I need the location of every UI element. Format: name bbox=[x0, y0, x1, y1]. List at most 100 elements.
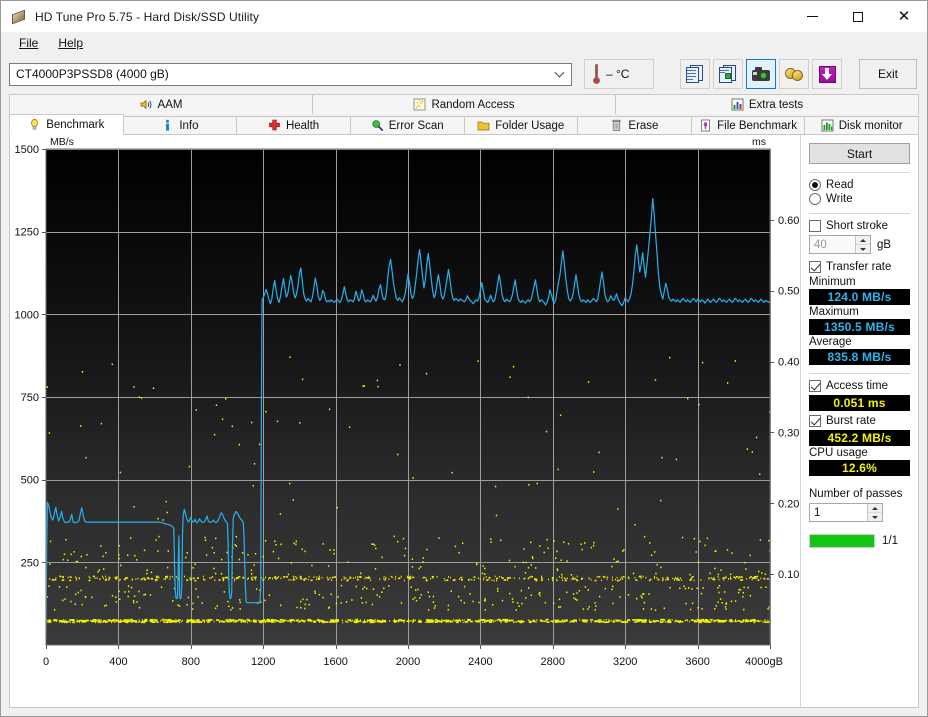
access-time-point bbox=[90, 619, 92, 622]
x-axis-tick: 1600 bbox=[323, 656, 347, 668]
close-button[interactable]: ✕ bbox=[881, 1, 927, 32]
minimize-button[interactable] bbox=[789, 1, 835, 32]
access-time-point bbox=[548, 578, 549, 581]
transfer-rate-checkbox[interactable]: Transfer rate bbox=[809, 261, 910, 273]
access-time-point bbox=[105, 575, 106, 578]
access-time-point bbox=[125, 577, 126, 579]
copy-text-button[interactable] bbox=[680, 59, 710, 89]
access-time-point bbox=[742, 595, 744, 598]
average-value-box: 835.8 MB/s bbox=[809, 349, 910, 365]
tab-folder-usage[interactable]: Folder Usage bbox=[464, 116, 579, 135]
access-time-point bbox=[118, 590, 120, 593]
access-time-point bbox=[634, 577, 636, 579]
tab-error-scan[interactable]: Error Scan bbox=[350, 116, 465, 135]
access-time-point bbox=[471, 579, 473, 581]
tab-disk-monitor[interactable]: Disk monitor bbox=[805, 116, 919, 135]
write-radio[interactable]: Write bbox=[809, 193, 910, 205]
screenshot-button[interactable] bbox=[746, 59, 776, 89]
copy-image-button[interactable] bbox=[713, 59, 743, 89]
access-time-point bbox=[193, 621, 197, 623]
benchmark-coins-button[interactable] bbox=[779, 59, 809, 89]
access-time-point bbox=[747, 586, 749, 589]
access-time-point bbox=[529, 620, 531, 622]
access-time-point bbox=[558, 606, 560, 608]
tab-random-access[interactable]: Random Access bbox=[313, 95, 616, 114]
access-time-point bbox=[696, 587, 698, 590]
short-stroke-input[interactable]: 40 bbox=[809, 235, 871, 254]
access-time-point bbox=[234, 619, 236, 622]
short-stroke-stepper[interactable] bbox=[855, 236, 870, 253]
tab-erase[interactable]: Erase bbox=[578, 116, 692, 135]
access-time-point bbox=[51, 579, 53, 581]
stepper-down-icon[interactable] bbox=[856, 245, 870, 253]
access-time-point bbox=[345, 577, 347, 579]
access-time-point bbox=[210, 576, 212, 579]
access-time-point bbox=[170, 619, 172, 621]
passes-input[interactable]: 1 bbox=[809, 503, 883, 522]
access-time-point bbox=[665, 579, 667, 581]
menu-file[interactable]: File bbox=[9, 34, 48, 52]
access-time-point bbox=[555, 557, 557, 559]
access-time-point bbox=[484, 618, 486, 621]
access-time-point bbox=[133, 601, 135, 604]
access-time-point bbox=[559, 606, 562, 608]
access-time-checkbox[interactable]: Access time bbox=[809, 380, 910, 392]
access-time-point bbox=[262, 619, 264, 621]
access-time-point bbox=[564, 577, 566, 579]
access-time-point bbox=[142, 621, 146, 624]
stepper-up-icon[interactable] bbox=[856, 236, 870, 245]
access-time-point bbox=[720, 569, 722, 571]
access-time-point bbox=[132, 600, 135, 602]
access-time-point bbox=[253, 463, 256, 465]
drive-select[interactable]: CT4000P3PSSD8 (4000 gB) bbox=[9, 62, 572, 86]
access-time-point bbox=[593, 541, 595, 544]
stepper-up-icon[interactable] bbox=[868, 504, 882, 513]
access-time-point bbox=[272, 577, 273, 580]
access-time-point bbox=[397, 540, 399, 543]
read-radio-label: Read bbox=[826, 179, 854, 191]
short-stroke-checkbox[interactable]: Short stroke bbox=[809, 220, 910, 232]
tab-info[interactable]: Info bbox=[123, 116, 238, 135]
access-time-point bbox=[120, 564, 122, 567]
access-time-point bbox=[169, 578, 171, 580]
access-time-point bbox=[336, 506, 338, 509]
access-time-point bbox=[587, 589, 589, 591]
access-time-point bbox=[177, 620, 179, 623]
access-time-point bbox=[327, 607, 330, 609]
access-time-point bbox=[306, 598, 308, 601]
access-time-point bbox=[233, 620, 235, 623]
access-time-point bbox=[275, 544, 277, 546]
stepper-down-icon[interactable] bbox=[868, 513, 882, 521]
access-time-point bbox=[462, 621, 464, 624]
access-time-point bbox=[99, 578, 101, 580]
access-time-point bbox=[604, 621, 608, 624]
access-time-point bbox=[311, 619, 313, 622]
tab-aam[interactable]: AAM bbox=[10, 95, 313, 114]
access-time-point bbox=[94, 577, 96, 579]
access-time-point bbox=[192, 577, 195, 580]
burst-rate-checkbox[interactable]: Burst rate bbox=[809, 415, 910, 427]
menu-help[interactable]: Help bbox=[48, 34, 93, 52]
read-radio[interactable]: Read bbox=[809, 179, 910, 191]
access-time-point bbox=[292, 499, 294, 501]
access-time-point bbox=[576, 592, 578, 594]
passes-stepper[interactable] bbox=[867, 504, 882, 521]
folder-icon bbox=[477, 119, 490, 132]
access-time-point bbox=[566, 560, 568, 562]
access-time-point bbox=[289, 482, 291, 485]
tab-file-benchmark[interactable]: File Benchmark bbox=[691, 116, 806, 135]
start-button[interactable]: Start bbox=[809, 143, 910, 164]
access-time-point bbox=[669, 356, 671, 359]
save-button[interactable] bbox=[812, 59, 842, 89]
tab-health[interactable]: Health bbox=[237, 116, 351, 135]
access-time-point bbox=[460, 599, 462, 602]
access-time-point bbox=[70, 600, 72, 603]
exit-button[interactable]: Exit bbox=[859, 59, 917, 89]
maximize-button[interactable] bbox=[835, 1, 881, 32]
access-time-point bbox=[674, 579, 676, 581]
access-time-point bbox=[201, 602, 203, 604]
access-time-point bbox=[414, 596, 416, 599]
tab-extra-tests[interactable]: Extra tests bbox=[616, 95, 918, 114]
x-axis-tick: 1200 bbox=[251, 656, 275, 668]
tab-benchmark[interactable]: Benchmark bbox=[9, 114, 124, 135]
